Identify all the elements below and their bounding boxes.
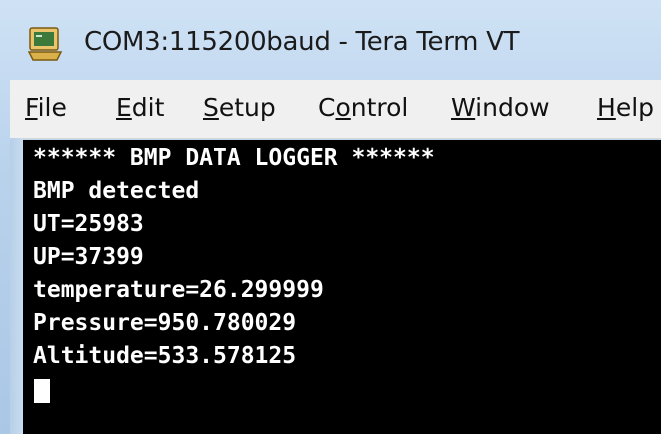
menu-file[interactable]: File	[25, 91, 67, 125]
menu-help-label: elp	[615, 93, 655, 122]
terminal-line: UP=37399	[33, 244, 144, 270]
menu-edit-label: dit	[131, 93, 165, 122]
terminal-area[interactable]: ****** BMP DATA LOGGER ****** BMP detect…	[23, 140, 661, 434]
terminal-line: temperature=26.299999	[33, 277, 324, 303]
menu-control-prefix: C	[318, 93, 336, 122]
terminal-cursor	[34, 379, 50, 403]
menu-setup-label: etup	[218, 93, 276, 122]
terminal-line: Pressure=950.780029	[33, 310, 297, 336]
window-left-border	[10, 138, 23, 434]
menu-setup[interactable]: Setup	[203, 91, 276, 125]
menu-help-mnemonic: H	[597, 93, 616, 122]
terminal-line: ****** BMP DATA LOGGER ******	[33, 145, 435, 171]
menu-edit-mnemonic: E	[116, 93, 132, 122]
menu-window[interactable]: Window	[451, 91, 550, 125]
title-bar[interactable]: COM3:115200baud - Tera Term VT	[0, 0, 661, 80]
terminal-line: BMP detected	[33, 178, 200, 204]
menu-file-mnemonic: F	[25, 93, 38, 122]
tera-term-app-icon[interactable]	[27, 26, 63, 62]
window-title: COM3:115200baud - Tera Term VT	[84, 27, 520, 57]
menu-control[interactable]: Control	[318, 91, 408, 125]
menu-help[interactable]: Help	[597, 91, 654, 125]
tera-term-window: COM3:115200baud - Tera Term VT File Edit…	[0, 0, 661, 434]
menu-bar: File Edit Setup Control Window Help	[10, 80, 661, 139]
terminal-line: UT=25983	[33, 211, 144, 237]
terminal-line: Altitude=533.578125	[33, 343, 297, 369]
menu-file-label: ile	[37, 93, 67, 122]
menu-window-label: indow	[475, 93, 550, 122]
menu-window-mnemonic: W	[451, 93, 476, 122]
menu-control-label: ntrol	[350, 93, 409, 122]
menu-setup-mnemonic: S	[203, 93, 219, 122]
menu-edit[interactable]: Edit	[116, 91, 164, 125]
menu-control-mnemonic: o	[335, 93, 351, 122]
